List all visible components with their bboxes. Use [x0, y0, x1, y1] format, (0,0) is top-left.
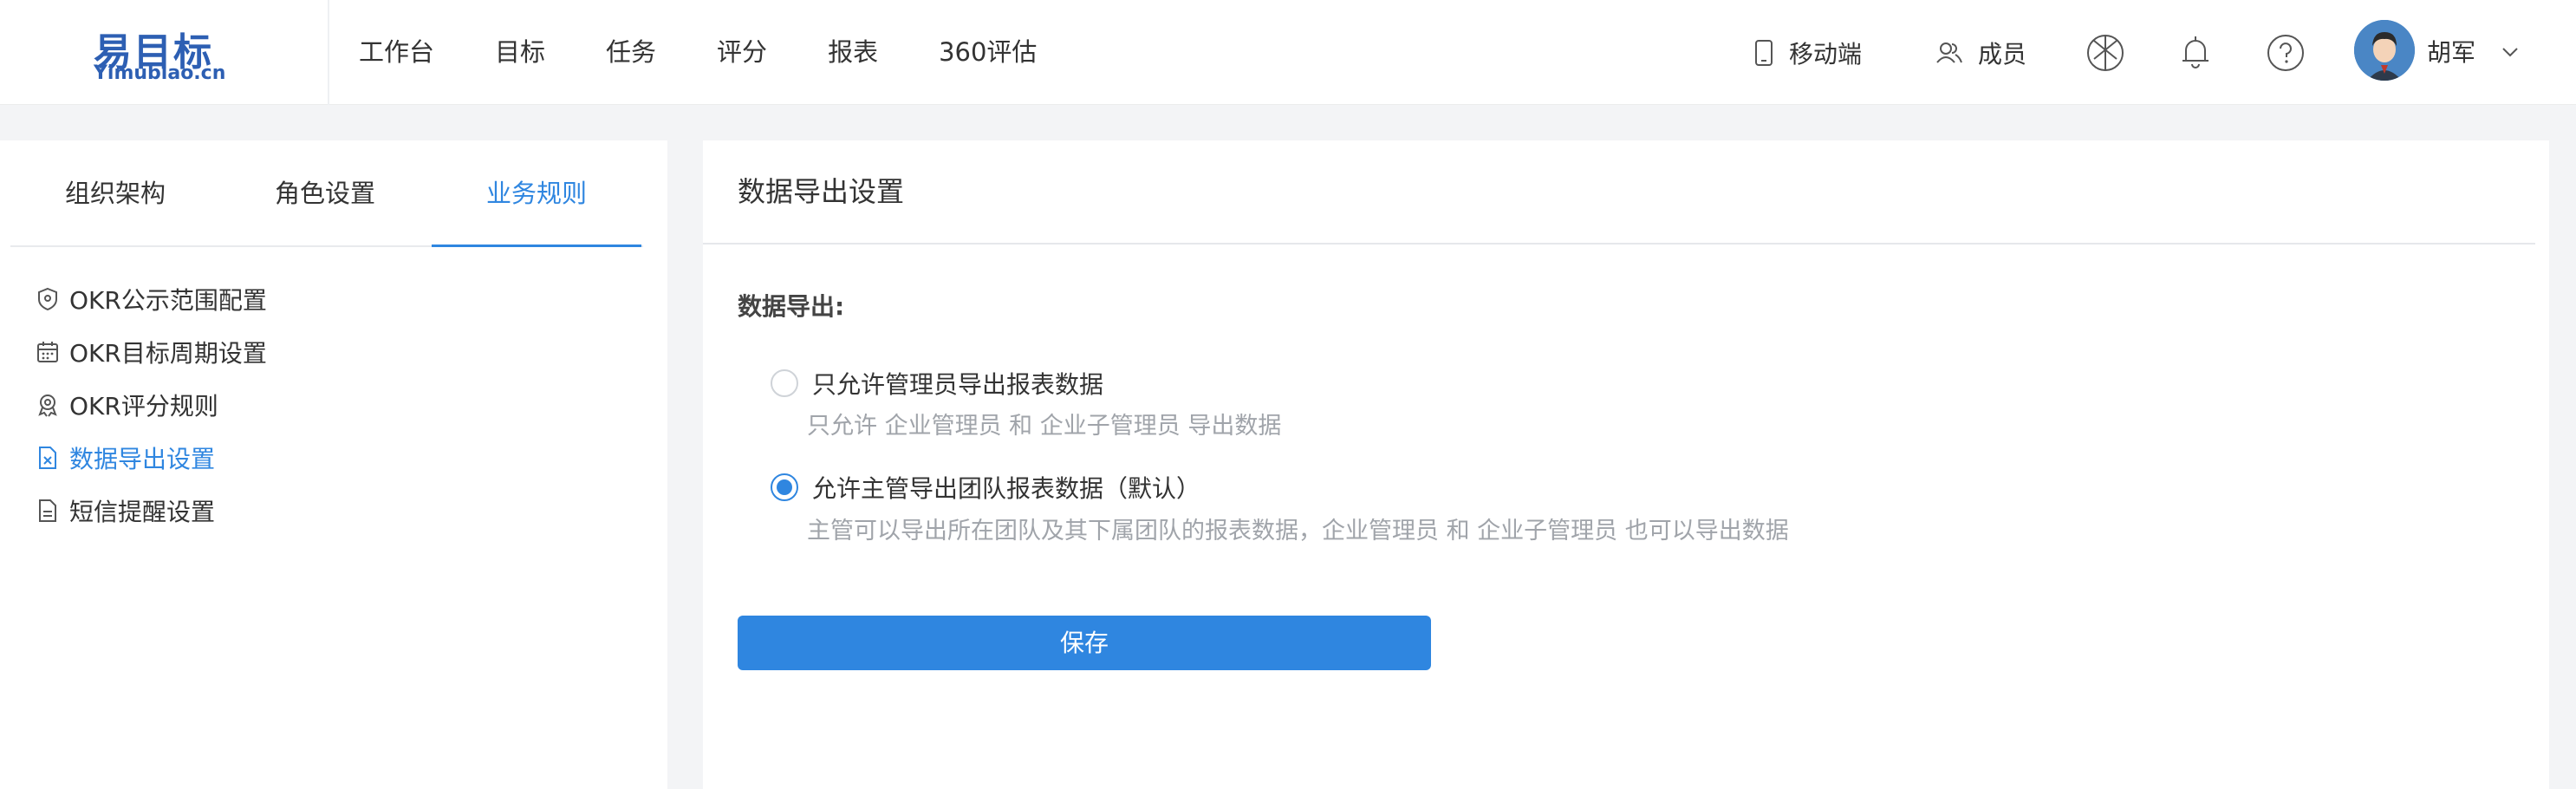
menu-item-okr-cycle[interactable]: OKR目标周期设置	[36, 325, 267, 378]
tab-roles[interactable]: 角色设置	[220, 140, 430, 247]
members-label: 成员	[1978, 39, 2027, 68]
nav-item-360-evaluation[interactable]: 360评估	[939, 0, 1037, 105]
user-avatar-icon	[2354, 20, 2415, 81]
menu-label: 短信提醒设置	[69, 497, 216, 526]
nav-item-scoring[interactable]: 评分	[717, 0, 767, 105]
members-link[interactable]: 成员	[1936, 0, 2026, 105]
settings-tabs: 组织架构 角色设置 业务规则	[10, 140, 643, 247]
shield-icon	[38, 287, 57, 310]
members-icon	[1936, 42, 1962, 63]
menu-item-sms-reminder[interactable]: 短信提醒设置	[36, 484, 267, 537]
export-file-icon	[39, 446, 56, 469]
calendar-icon	[37, 341, 58, 362]
section-label: 数据导出:	[738, 292, 845, 321]
nav-item-workbench[interactable]: 工作台	[359, 0, 434, 105]
mobile-link[interactable]: 移动端	[1754, 0, 1862, 105]
title-divider	[703, 243, 2535, 245]
logo[interactable]: 易目标 Yimubiao.cn	[0, 0, 329, 105]
menu-item-okr-visibility[interactable]: OKR公示范围配置	[36, 272, 267, 325]
radio-description: 主管可以导出所在团队及其下属团队的报表数据，企业管理员 和 企业子管理员 也可以…	[807, 518, 1789, 544]
menu-label: OKR目标周期设置	[69, 338, 267, 368]
tab-organization[interactable]: 组织架构	[10, 140, 220, 247]
settings-sidebar: 组织架构 角色设置 业务规则 OKR公示范围配置 OKR目标周期设置 OKR评分…	[0, 140, 667, 789]
rules-menu: OKR公示范围配置 OKR目标周期设置 OKR评分规则 数据导出设置 短信提醒设…	[36, 272, 267, 537]
menu-label: OKR评分规则	[69, 391, 218, 421]
radio-button-checked[interactable]	[771, 473, 798, 501]
mobile-phone-icon	[1755, 39, 1773, 66]
nav-item-reports[interactable]: 报表	[828, 0, 878, 105]
top-navigation-bar: 易目标 Yimubiao.cn 工作台 目标 任务 评分 报表 360评估 移动…	[0, 0, 2576, 105]
mobile-label: 移动端	[1789, 39, 1863, 68]
menu-label: OKR公示范围配置	[69, 285, 267, 315]
badge-icon	[38, 394, 57, 417]
user-name[interactable]: 胡军	[2427, 0, 2475, 105]
page-title: 数据导出设置	[738, 175, 905, 208]
radio-description: 只允许 企业管理员 和 企业子管理员 导出数据	[807, 413, 1282, 440]
aperture-icon[interactable]	[2085, 33, 2125, 73]
avatar[interactable]	[2354, 20, 2415, 81]
radio-button[interactable]	[771, 369, 798, 397]
nav-item-goals[interactable]: 目标	[495, 0, 545, 105]
radio-admin-only[interactable]: 只允许管理员导出报表数据	[771, 366, 1103, 401]
chevron-down-icon[interactable]	[2501, 42, 2520, 62]
main-nav: 工作台 目标 任务 评分 报表 360评估	[359, 0, 1097, 105]
save-button[interactable]: 保存	[738, 616, 1431, 670]
help-icon[interactable]	[2266, 33, 2306, 73]
menu-item-data-export[interactable]: 数据导出设置	[36, 431, 267, 484]
radio-label: 允许主管导出团队报表数据（默认）	[812, 474, 1201, 503]
export-settings-panel: 数据导出设置 数据导出: 只允许管理员导出报表数据 只允许 企业管理员 和 企业…	[703, 140, 2549, 789]
bell-icon[interactable]	[2176, 33, 2215, 73]
document-icon	[39, 499, 56, 522]
logo-text-en: Yimubiao.cn	[94, 62, 226, 84]
radio-label: 只允许管理员导出报表数据	[812, 370, 1104, 399]
tab-business-rules[interactable]: 业务规则	[432, 140, 641, 247]
menu-item-okr-scoring[interactable]: OKR评分规则	[36, 378, 267, 431]
nav-item-tasks[interactable]: 任务	[606, 0, 656, 105]
menu-label: 数据导出设置	[69, 444, 216, 473]
radio-manager-export[interactable]: 允许主管导出团队报表数据（默认）	[771, 470, 1200, 505]
